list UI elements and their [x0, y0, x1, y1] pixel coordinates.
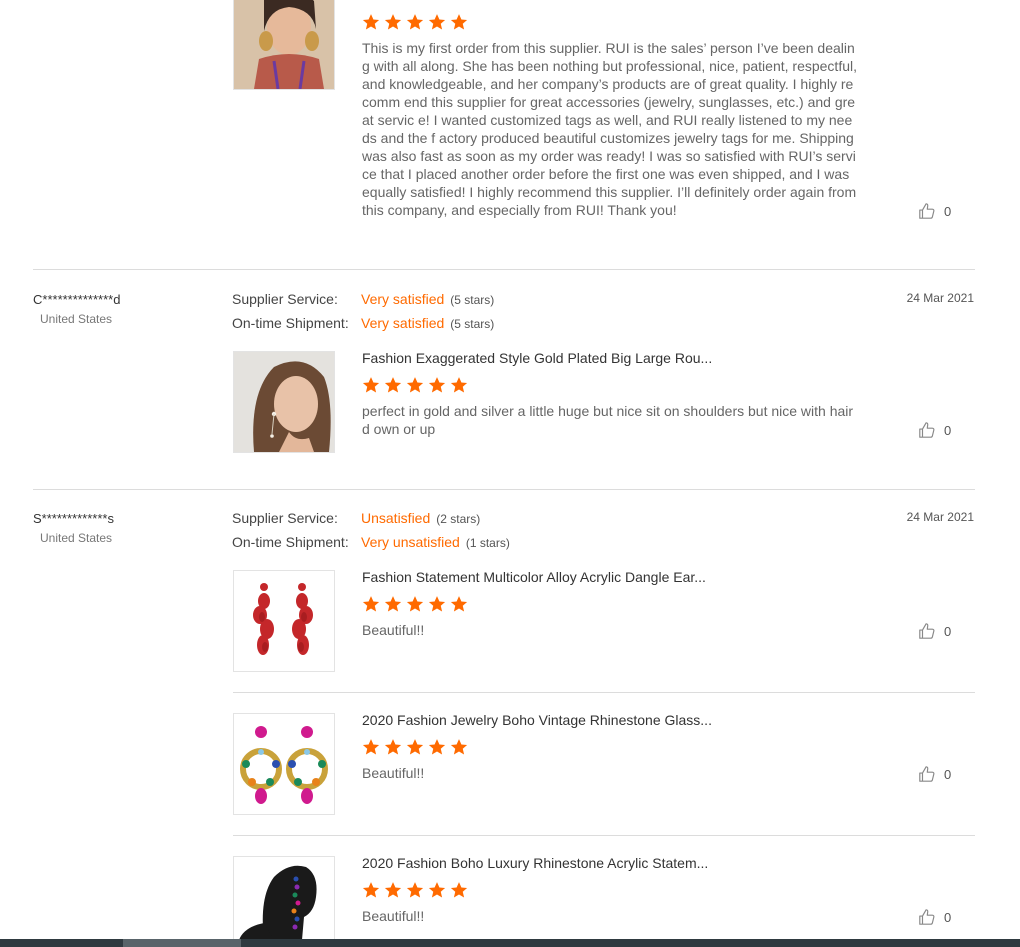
product-thumbnail[interactable]	[233, 570, 335, 672]
star-icon	[362, 596, 380, 612]
star-icon	[450, 596, 468, 612]
thumbs-up-icon	[919, 203, 935, 219]
rhinestone-earrings-photo	[234, 714, 334, 814]
like-count: 0	[944, 766, 952, 782]
thumbs-up-icon	[919, 623, 935, 639]
like-count: 0	[944, 203, 952, 219]
product-title[interactable]: Fashion Exaggerated Style Gold Plated Bi…	[362, 350, 712, 366]
shipment-value: Very unsatisfied	[361, 534, 460, 550]
product-thumbnail[interactable]	[233, 856, 335, 941]
red-petal-earrings-photo	[234, 571, 334, 671]
rating-stars	[362, 376, 468, 394]
reviewer-country: United States	[40, 531, 113, 545]
supplier-service-rating: Very satisfied (5 stars)	[361, 291, 494, 307]
rating-stars	[362, 595, 468, 613]
reviewer-name: C**************d	[33, 292, 121, 307]
star-icon	[450, 739, 468, 755]
review-text: Beautiful!!	[362, 765, 425, 781]
star-icon	[362, 739, 380, 755]
star-icon	[384, 882, 402, 898]
supplier-service-rating: Unsatisfied (2 stars)	[361, 510, 480, 526]
like-count: 0	[944, 422, 952, 438]
product-thumbnail[interactable]	[233, 0, 335, 90]
like-count: 0	[944, 909, 952, 925]
star-icon	[450, 14, 468, 30]
earring-model-photo	[234, 0, 334, 89]
earring-model-photo	[234, 352, 334, 452]
supplier-service-value: Unsatisfied	[361, 510, 431, 526]
thumbs-up-icon	[919, 422, 935, 438]
item-divider	[233, 835, 975, 836]
star-icon	[406, 596, 424, 612]
star-icon	[406, 739, 424, 755]
shipment-rating: Very satisfied (5 stars)	[361, 315, 494, 331]
supplier-service-stars: (5 stars)	[450, 293, 495, 307]
star-icon	[406, 14, 424, 30]
star-icon	[428, 596, 446, 612]
thumbs-up-icon	[919, 766, 935, 782]
like-button[interactable]: 0	[918, 421, 951, 439]
like-button[interactable]: 0	[918, 622, 951, 640]
shipment-rating: Very unsatisfied (1 stars)	[361, 534, 510, 550]
like-count: 0	[944, 623, 952, 639]
product-thumbnail[interactable]	[233, 713, 335, 815]
star-icon	[384, 377, 402, 393]
shipment-label: On-time Shipment:	[232, 534, 349, 550]
product-thumbnail[interactable]	[233, 351, 335, 453]
star-icon	[450, 882, 468, 898]
rating-stars	[362, 738, 468, 756]
shipment-stars: (1 stars)	[465, 536, 510, 550]
review-text: Beautiful!!	[362, 908, 425, 924]
supplier-service-label: Supplier Service:	[232, 510, 338, 526]
star-icon	[450, 377, 468, 393]
shipment-value: Very satisfied	[361, 315, 445, 331]
bottom-toolbar	[0, 939, 1020, 947]
product-title[interactable]: Fashion Statement Multicolor Alloy Acryl…	[362, 569, 706, 585]
review-date: 24 Mar 2021	[906, 510, 974, 524]
supplier-service-value: Very satisfied	[361, 291, 445, 307]
product-title[interactable]: 2020 Fashion Jewelry Boho Vintage Rhines…	[362, 712, 712, 728]
star-icon	[362, 14, 380, 30]
shipment-stars: (5 stars)	[450, 317, 495, 331]
star-icon	[428, 882, 446, 898]
rating-stars	[362, 881, 468, 899]
supplier-service-stars: (2 stars)	[436, 512, 481, 526]
bottom-toolbar-tab[interactable]	[123, 939, 241, 947]
supplier-service-label: Supplier Service:	[232, 291, 338, 307]
star-icon	[362, 377, 380, 393]
like-button[interactable]: 0	[918, 908, 951, 926]
star-icon	[384, 596, 402, 612]
review-text: This is my first order from this supplie…	[362, 40, 857, 218]
star-icon	[428, 377, 446, 393]
shipment-label: On-time Shipment:	[232, 315, 349, 331]
review-text: Beautiful!!	[362, 622, 425, 638]
mannequin-earring-photo	[234, 857, 334, 940]
like-button[interactable]: 0	[918, 765, 951, 783]
rating-stars	[362, 13, 468, 31]
thumbs-up-icon	[919, 909, 935, 925]
review-divider	[33, 269, 975, 270]
star-icon	[406, 377, 424, 393]
reviewer-country: United States	[40, 312, 113, 326]
star-icon	[362, 882, 380, 898]
star-icon	[384, 739, 402, 755]
review-divider	[33, 489, 975, 490]
star-icon	[384, 14, 402, 30]
like-button[interactable]: 0	[918, 202, 951, 220]
review-text: perfect in gold and silver a little huge…	[362, 403, 854, 437]
star-icon	[406, 882, 424, 898]
product-title[interactable]: 2020 Fashion Boho Luxury Rhinestone Acry…	[362, 855, 708, 871]
star-icon	[428, 739, 446, 755]
review-date: 24 Mar 2021	[906, 291, 974, 305]
item-divider	[233, 692, 975, 693]
reviewer-name: S*************s	[33, 511, 114, 526]
star-icon	[428, 14, 446, 30]
